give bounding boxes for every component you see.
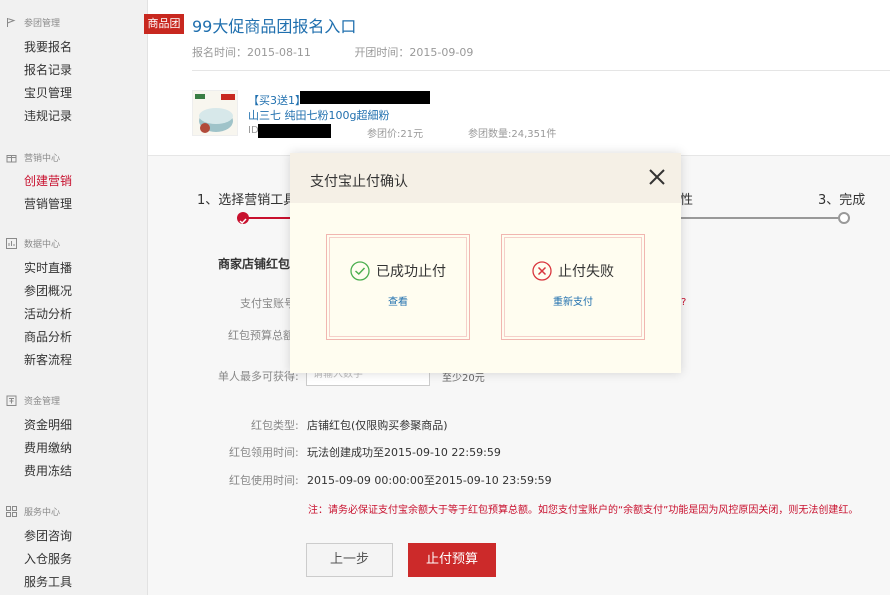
open-time: 开团时间：2015-09-09 (354, 46, 474, 59)
redpacket-type-label: 红包类型: (251, 419, 299, 432)
claim-time-label: 红包领用时间: (229, 446, 299, 459)
view-link[interactable]: 查看 (327, 293, 469, 308)
stop-payment-dialog: 支付宝止付确认 已成功止付 查看 止付失败 重新支付 (290, 153, 681, 373)
sidebar-item[interactable]: 参团咨询 (24, 527, 72, 544)
sidebar-item-create-marketing[interactable]: 创建营销 (24, 172, 72, 189)
repay-link[interactable]: 重新支付 (502, 293, 644, 308)
chart-icon (5, 238, 17, 250)
step-3-dot (838, 212, 850, 224)
gift-icon (5, 152, 17, 164)
sidebar-item[interactable]: 资金明细 (24, 416, 72, 433)
product-thumbnail[interactable] (192, 90, 238, 136)
fail-label: 止付失败 (558, 264, 614, 280)
sidebar-group-title: 资金管理 (5, 394, 60, 407)
sidebar-item[interactable]: 费用缴纳 (24, 439, 72, 456)
option-frame (504, 237, 642, 337)
date-info: 报名时间：2015-08-11 开团时间：2015-09-09 (192, 44, 513, 60)
alipay-account-label: 支付宝账号 (240, 297, 295, 310)
fail-label-row: 止付失败 (502, 261, 644, 281)
sidebar-group-title: 数据中心 (5, 237, 60, 250)
sidebar-group-title: 服务中心 (5, 505, 60, 518)
warning-note: 注：请务必保证支付宝余额大于等于红包预算总额。如您支付宝账户的“余额支付”功能是… (308, 505, 859, 516)
alipay-help-icon[interactable]: ? (681, 297, 686, 308)
product-quantity: 参团数量:24,351件 (468, 129, 557, 140)
dialog-title: 支付宝止付确认 (310, 174, 408, 190)
sidebar-item[interactable]: 费用冻结 (24, 462, 72, 479)
step-1-check-icon (237, 212, 249, 225)
signup-time: 报名时间：2015-08-11 (192, 46, 311, 59)
section-title: 商家店铺红包 (218, 257, 291, 271)
flag-icon (5, 17, 17, 29)
per-person-label: 单人最多可获得: (218, 370, 299, 383)
product-title[interactable]: 【买3送1】 (248, 92, 306, 108)
fail-option[interactable]: 止付失败 重新支付 (501, 234, 645, 340)
step-track-active (244, 217, 292, 219)
close-icon[interactable] (647, 167, 667, 187)
sidebar-item[interactable]: 入仓服务 (24, 550, 72, 567)
success-check-icon (350, 261, 370, 281)
product-price: 参团价:21元 (367, 129, 424, 140)
step-2-label-tail: 性 (680, 193, 694, 208)
success-label-row: 已成功止付 (327, 261, 469, 281)
sidebar-item[interactable]: 实时直播 (24, 259, 72, 276)
redaction-bar (300, 91, 430, 104)
sidebar-item[interactable]: 商品分析 (24, 328, 72, 345)
sidebar-group-title: 参团管理 (5, 16, 60, 29)
use-time-value: 2015-09-09 00:00:00至2015-09-10 23:59:59 (307, 474, 552, 487)
prev-step-button[interactable]: 上一步 (306, 543, 393, 577)
claim-time-value: 玩法创建成功至2015-09-10 22:59:59 (307, 446, 501, 459)
wallet-icon (5, 395, 17, 407)
divider (192, 70, 890, 71)
option-frame (329, 237, 467, 337)
sidebar-item[interactable]: 我要报名 (24, 38, 72, 55)
redpacket-type-value: 店铺红包(仅限购买参聚商品) (307, 419, 448, 432)
step-1-label: 1、选择营销工具 (197, 193, 297, 208)
step-track (681, 217, 838, 219)
group-type-badge: 商品团 (144, 14, 184, 34)
fail-x-icon (532, 261, 552, 281)
sidebar: 参团管理 我要报名 报名记录 宝贝管理 违规记录 营销中心 创建营销 营销管理 … (0, 0, 148, 595)
redaction-bar (258, 124, 331, 138)
step-3-label: 3、完成 (818, 193, 866, 208)
budget-label: 红包预算总额 (228, 329, 294, 342)
page-title: 99大促商品团报名入口 (192, 17, 357, 36)
sidebar-item[interactable]: 活动分析 (24, 305, 72, 322)
grid-icon (5, 506, 17, 518)
sidebar-item[interactable]: 违规记录 (24, 107, 72, 124)
sidebar-item[interactable]: 服务工具 (24, 573, 72, 590)
sidebar-item[interactable]: 参团概况 (24, 282, 72, 299)
stop-payment-button[interactable]: 止付预算 (408, 543, 496, 577)
success-option[interactable]: 已成功止付 查看 (326, 234, 470, 340)
sidebar-item[interactable]: 宝贝管理 (24, 84, 72, 101)
success-label: 已成功止付 (376, 264, 446, 280)
sidebar-item[interactable]: 报名记录 (24, 61, 72, 78)
sidebar-group-title: 营销中心 (5, 151, 60, 164)
sidebar-item[interactable]: 营销管理 (24, 195, 72, 212)
sidebar-item[interactable]: 新客流程 (24, 351, 72, 368)
use-time-label: 红包使用时间: (229, 474, 299, 487)
product-subtitle[interactable]: 山三七 纯田七粉100g超細粉 (248, 107, 389, 123)
